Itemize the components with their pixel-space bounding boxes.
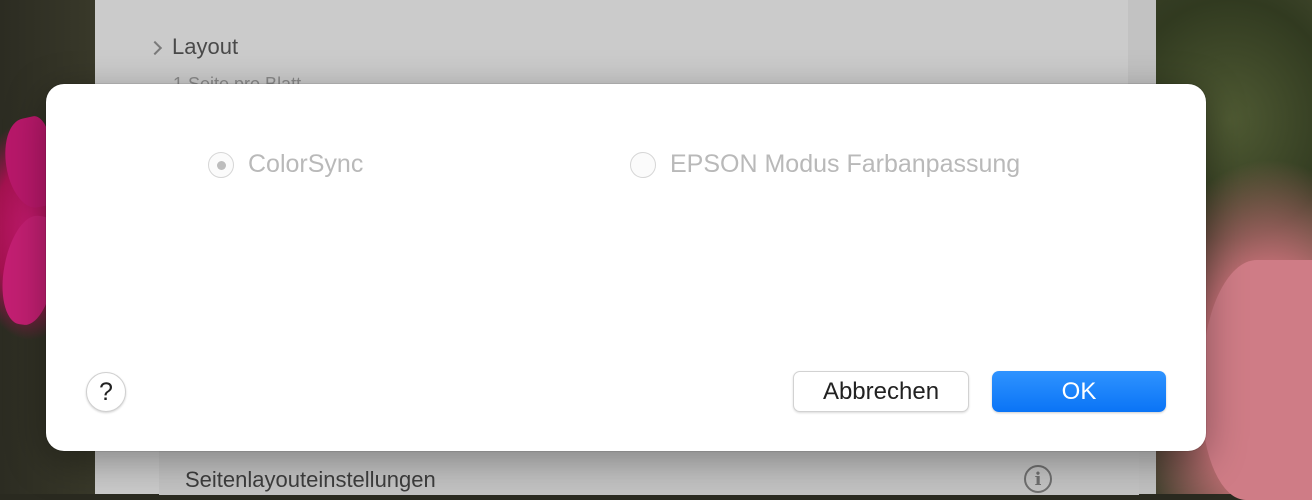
page-layout-settings-label: Seitenlayouteinstellungen xyxy=(185,467,436,492)
ok-button[interactable]: OK xyxy=(992,371,1166,412)
colorsync-label: ColorSync xyxy=(248,150,364,178)
help-button[interactable]: ? xyxy=(86,372,126,412)
layout-section-summary: 1 Seite pro Blatt xyxy=(173,74,302,84)
radio-button-unselected[interactable] xyxy=(630,151,656,178)
layout-section-label: Layout xyxy=(172,34,239,59)
info-icon[interactable]: i xyxy=(1024,465,1052,493)
layout-section-header[interactable]: Layout xyxy=(147,34,239,60)
epson-color-matching-option[interactable]: EPSON Modus Farbanpassung xyxy=(630,150,1020,179)
page-layout-settings-row[interactable]: Seitenlayouteinstellungen i xyxy=(159,450,1139,495)
radio-dot xyxy=(217,160,226,170)
cancel-button[interactable]: Abbrechen xyxy=(793,371,969,412)
epson-color-matching-label: EPSON Modus Farbanpassung xyxy=(670,150,1021,178)
flower-petal xyxy=(1202,260,1312,500)
radio-button-selected[interactable] xyxy=(208,151,234,178)
chevron-right-icon xyxy=(147,40,163,55)
colorsync-option[interactable]: ColorSync xyxy=(208,150,363,179)
color-matching-dialog: ColorSync EPSON Modus Farbanpassung ? Ab… xyxy=(46,84,1206,451)
